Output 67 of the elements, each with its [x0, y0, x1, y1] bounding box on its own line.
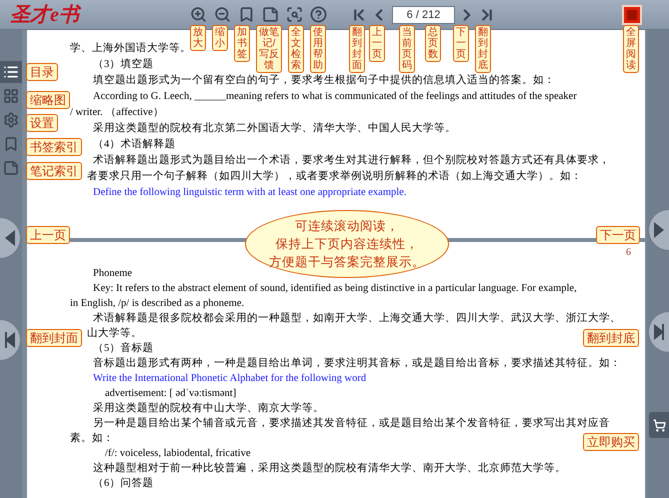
cart-icon — [652, 418, 666, 432]
callout-label: 翻到封面 — [349, 25, 365, 73]
callout-label: 下一页 — [453, 25, 469, 62]
text-line: Define the following linguistic term with at least one appropriate example. — [93, 186, 406, 200]
callout-label: 上一页 — [26, 226, 70, 244]
text-line: （5）音标题 — [93, 341, 154, 356]
callout-label: 做笔记/写反馈 — [256, 25, 282, 73]
text-line: 这种题型相对于前一种比较普遍，采用这类题型的院校有清华大学、南开大学、北京师范大学等。 — [93, 461, 566, 476]
text-line: 采用这类题型的院校有中山大学、南京大学等。 — [93, 401, 324, 416]
text-line: 填空题出题形式为一个留有空白的句子，要求考生根据句子中提供的信息填入适当的答案。如： — [93, 73, 555, 88]
text-line: Key: It refers to the abstract element of sound, identified as being distinctive in a particular language. For example, — [93, 282, 577, 296]
callout-label: 加书签 — [234, 25, 250, 62]
callout-label: 全文检索 — [288, 25, 304, 73]
text-line: 素。如： — [70, 431, 114, 446]
skip-right-icon — [654, 324, 664, 340]
callout-text: 可连续滚动阅读， — [295, 218, 399, 235]
text-line: （3）填空题 — [93, 57, 154, 72]
previous-page-button[interactable] — [0, 218, 20, 258]
text-line: （6）问答题 — [93, 476, 154, 491]
text-line: Write the International Phonetic Alphabet for the following word — [93, 372, 366, 386]
callout-label: 立即购买 — [583, 433, 639, 451]
list-icon[interactable] — [0, 61, 22, 83]
triangle-left-icon — [5, 230, 15, 246]
callout-label: 设置 — [26, 114, 58, 132]
text-line: 术语解释题出题形式为题目给出一个术语，要求考生对其进行解释，但个别院校对答题方式还有具体要求， — [93, 153, 610, 168]
skip-left-icon — [5, 332, 15, 348]
text-line: / writer. （affective） — [70, 106, 164, 120]
text-line: /f/: voiceless, labiodental, fricative — [105, 447, 250, 461]
triangle-right-icon — [654, 222, 664, 238]
callout-text: 方便题干与答案完整展示。 — [269, 254, 425, 271]
cart-button[interactable] — [649, 412, 669, 438]
fullscreen-button[interactable] — [622, 4, 642, 24]
callout-label: 缩略图 — [26, 91, 70, 109]
first-page-button[interactable] — [0, 320, 20, 360]
callout-label: 目录 — [26, 63, 58, 81]
text-line: 者要求只用一个句子解释（如四川大学），或者要求举例说明所解释的术语（如上海交通大学）。如： — [87, 169, 582, 184]
callout-label: 笔记索引 — [26, 162, 82, 180]
callout-label: 总页数 — [425, 25, 441, 62]
text-line: 术语解释题是很多院校都会采用的一种题型，如南开大学、上海交通大学、四川大学、武汉大学、浙江大学、 — [93, 311, 621, 326]
text-line: 音标题出题形式有两种，一种是题目给出单词，要求注明其音标，或是题目给出音标，要求描述其特征。如： — [93, 356, 621, 371]
callout-label: 上一页 — [369, 25, 385, 62]
callout-label: 翻到封面 — [26, 329, 82, 347]
page-field[interactable]: 6 / 212 — [392, 6, 455, 24]
callout-label: 使用帮助 — [310, 25, 326, 73]
last-page-button[interactable] — [649, 312, 669, 352]
text-line: 学、上海外国语大学等。 — [70, 41, 191, 56]
square-icon — [627, 10, 637, 20]
text-line: 采用这类题型的院校有北京第二外国语大学、清华大学、中国人民大学等。 — [93, 121, 456, 136]
callout-label: 当前页码 — [399, 25, 415, 73]
callout-label: 书签索引 — [26, 138, 82, 156]
callout-label: 全屏阅读 — [623, 25, 639, 73]
text-line: 另一种是题目给出某个辅音或元音，要求描述其发音特征，或是题目给出某个发音特征，要求写出其对应音 — [93, 416, 610, 431]
callout-label: 下一页 — [596, 226, 640, 244]
callout-label: 放大 — [190, 25, 206, 51]
callout-text: 保持上下页内容连续性， — [276, 236, 418, 253]
text-line: in English, /p/ is described as a phoneme. — [70, 297, 244, 311]
text-line: According to G. Leech, ______meaning refers to what is communicated of the feelings and attitudes of the speaker — [93, 90, 577, 104]
callout-label: 翻到封底 — [583, 329, 639, 347]
text-line: Phoneme — [93, 267, 132, 281]
logo: 圣才e书 — [10, 4, 79, 26]
text-line: （4）术语解释题 — [93, 137, 176, 152]
callout-label: 翻到封底 — [475, 25, 491, 73]
page-number: 6 — [626, 247, 631, 260]
text-line: 山大学等。 — [87, 326, 142, 341]
callout-label: 缩小 — [212, 25, 228, 51]
next-page-button[interactable] — [649, 210, 669, 250]
text-line: advertisement: [ ədˈvə:tismənt] — [105, 387, 236, 401]
